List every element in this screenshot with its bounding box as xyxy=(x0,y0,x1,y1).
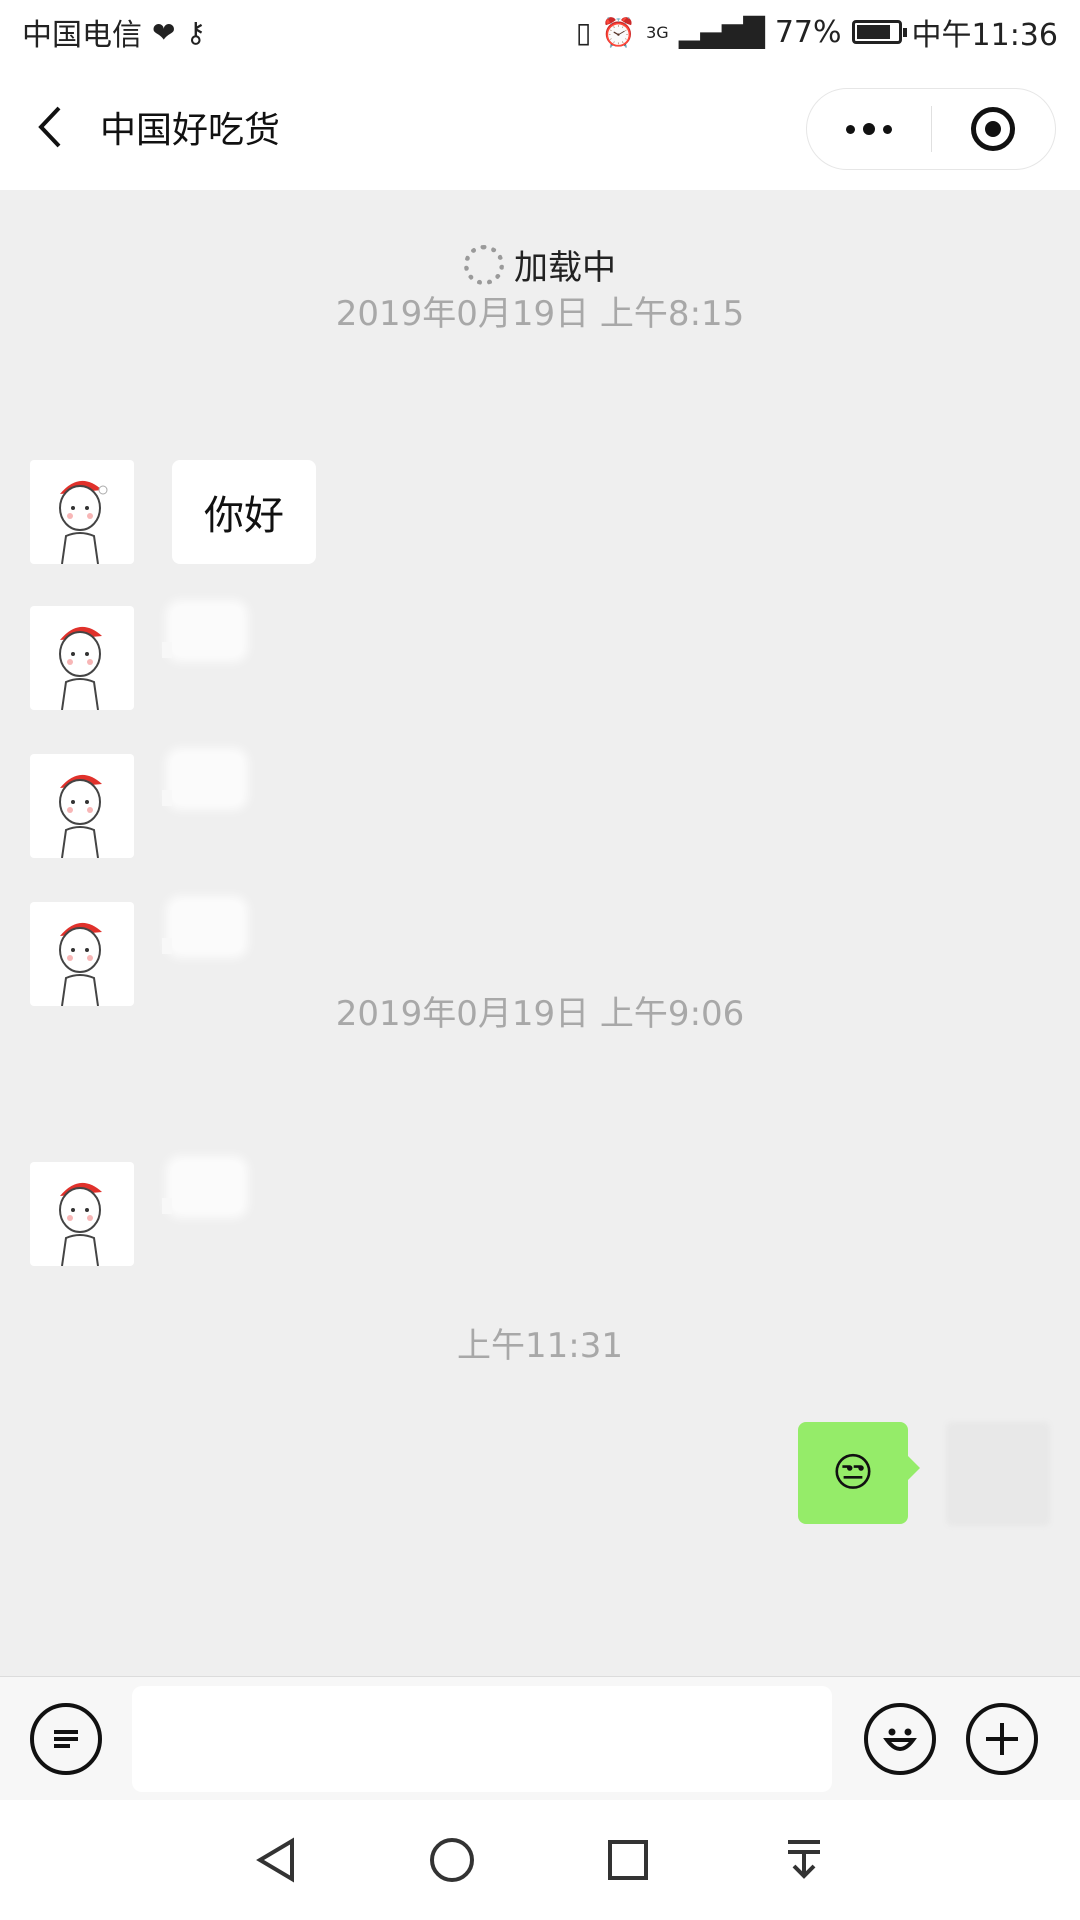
input-bar xyxy=(0,1676,1080,1800)
close-button[interactable] xyxy=(932,89,1056,169)
back-triangle-icon xyxy=(256,1837,294,1883)
menu-toggle-button[interactable] xyxy=(30,1702,102,1775)
heart-icon: ❤ xyxy=(152,15,176,49)
message-row xyxy=(30,606,242,714)
spinner-icon xyxy=(464,244,504,285)
vibrate-icon: ▯ xyxy=(575,15,592,49)
status-left: 中国电信 ❤ ⚷ xyxy=(22,10,206,54)
timestamp: 2019年0月19日 上午8:15 xyxy=(335,294,745,334)
avatar[interactable] xyxy=(30,1162,134,1266)
battery-fill xyxy=(856,25,891,39)
plus-button[interactable] xyxy=(966,1702,1038,1775)
message-bubble[interactable] xyxy=(162,1162,242,1214)
chevron-left-icon xyxy=(38,106,61,148)
status-bar: 中国电信 ❤ ⚷ ▯ ⏰ 3G ▂▄▆█ 77% 中午11:36 xyxy=(0,0,1080,64)
home-circle-icon xyxy=(430,1838,474,1882)
timestamp: 2019年0月19日 上午9:06 xyxy=(335,994,745,1034)
message-row xyxy=(30,754,242,862)
pull-down-icon xyxy=(788,1840,820,1879)
system-nav-bar xyxy=(0,1800,1080,1920)
text-lines-icon xyxy=(54,1729,78,1748)
avatar[interactable] xyxy=(30,606,134,710)
more-dots-icon xyxy=(845,123,892,135)
avatar[interactable] xyxy=(30,460,134,564)
alarm-icon: ⏰ xyxy=(601,15,637,49)
message-bubble[interactable] xyxy=(162,754,242,806)
battery-icon xyxy=(851,20,907,44)
mini-program-capsule xyxy=(806,88,1056,170)
status-right: ▯ ⏰ 3G ▂▄▆█ 77% 中午11:36 xyxy=(576,10,1058,54)
signal-icon: ▂▄▆█ xyxy=(678,15,765,49)
key-icon: ⚷ xyxy=(185,15,206,49)
loading-indicator: 加载中 xyxy=(0,240,1080,289)
message-bubble[interactable] xyxy=(162,902,242,954)
nav-home-button[interactable] xyxy=(420,1828,484,1892)
smiley-icon xyxy=(883,1728,917,1751)
avatar[interactable] xyxy=(30,754,134,858)
message-input[interactable] xyxy=(132,1685,832,1792)
message-row: 你好 xyxy=(30,460,316,568)
back-button[interactable] xyxy=(0,64,100,190)
clock: 中午11:36 xyxy=(911,18,1058,53)
my-avatar[interactable] xyxy=(946,1422,1050,1526)
my-message-bubble[interactable]: 😒 xyxy=(798,1422,920,1524)
message-bubble[interactable] xyxy=(162,606,242,658)
carrier-label: 中国电信 xyxy=(22,18,142,53)
plus-circle-icon xyxy=(986,1722,1018,1755)
chat-title: 中国好吃货 xyxy=(100,110,281,151)
nav-recents-button[interactable] xyxy=(596,1828,660,1892)
loading-label: 加载中 xyxy=(514,248,616,288)
nav-notification-button[interactable] xyxy=(772,1828,836,1892)
recents-square-icon xyxy=(608,1840,648,1880)
message-bubble[interactable]: 你好 xyxy=(172,460,316,564)
my-message-row: 😒 xyxy=(798,1422,1050,1526)
emoji-button[interactable] xyxy=(864,1702,936,1775)
more-button[interactable] xyxy=(807,89,931,169)
nav-back-button[interactable] xyxy=(244,1828,308,1892)
message-row xyxy=(30,1162,242,1270)
chat-header: 中国好吃货 xyxy=(0,64,1080,190)
chat-area[interactable]: 加载中 2019年0月19日 上午8:15 你好 2019年0月19日 上午9:… xyxy=(0,190,1080,1676)
target-circle-icon xyxy=(971,107,1016,151)
timestamp: 上午11:31 xyxy=(457,1326,623,1366)
battery-percent: 77% xyxy=(774,14,842,50)
network-label: 3G xyxy=(646,22,669,42)
